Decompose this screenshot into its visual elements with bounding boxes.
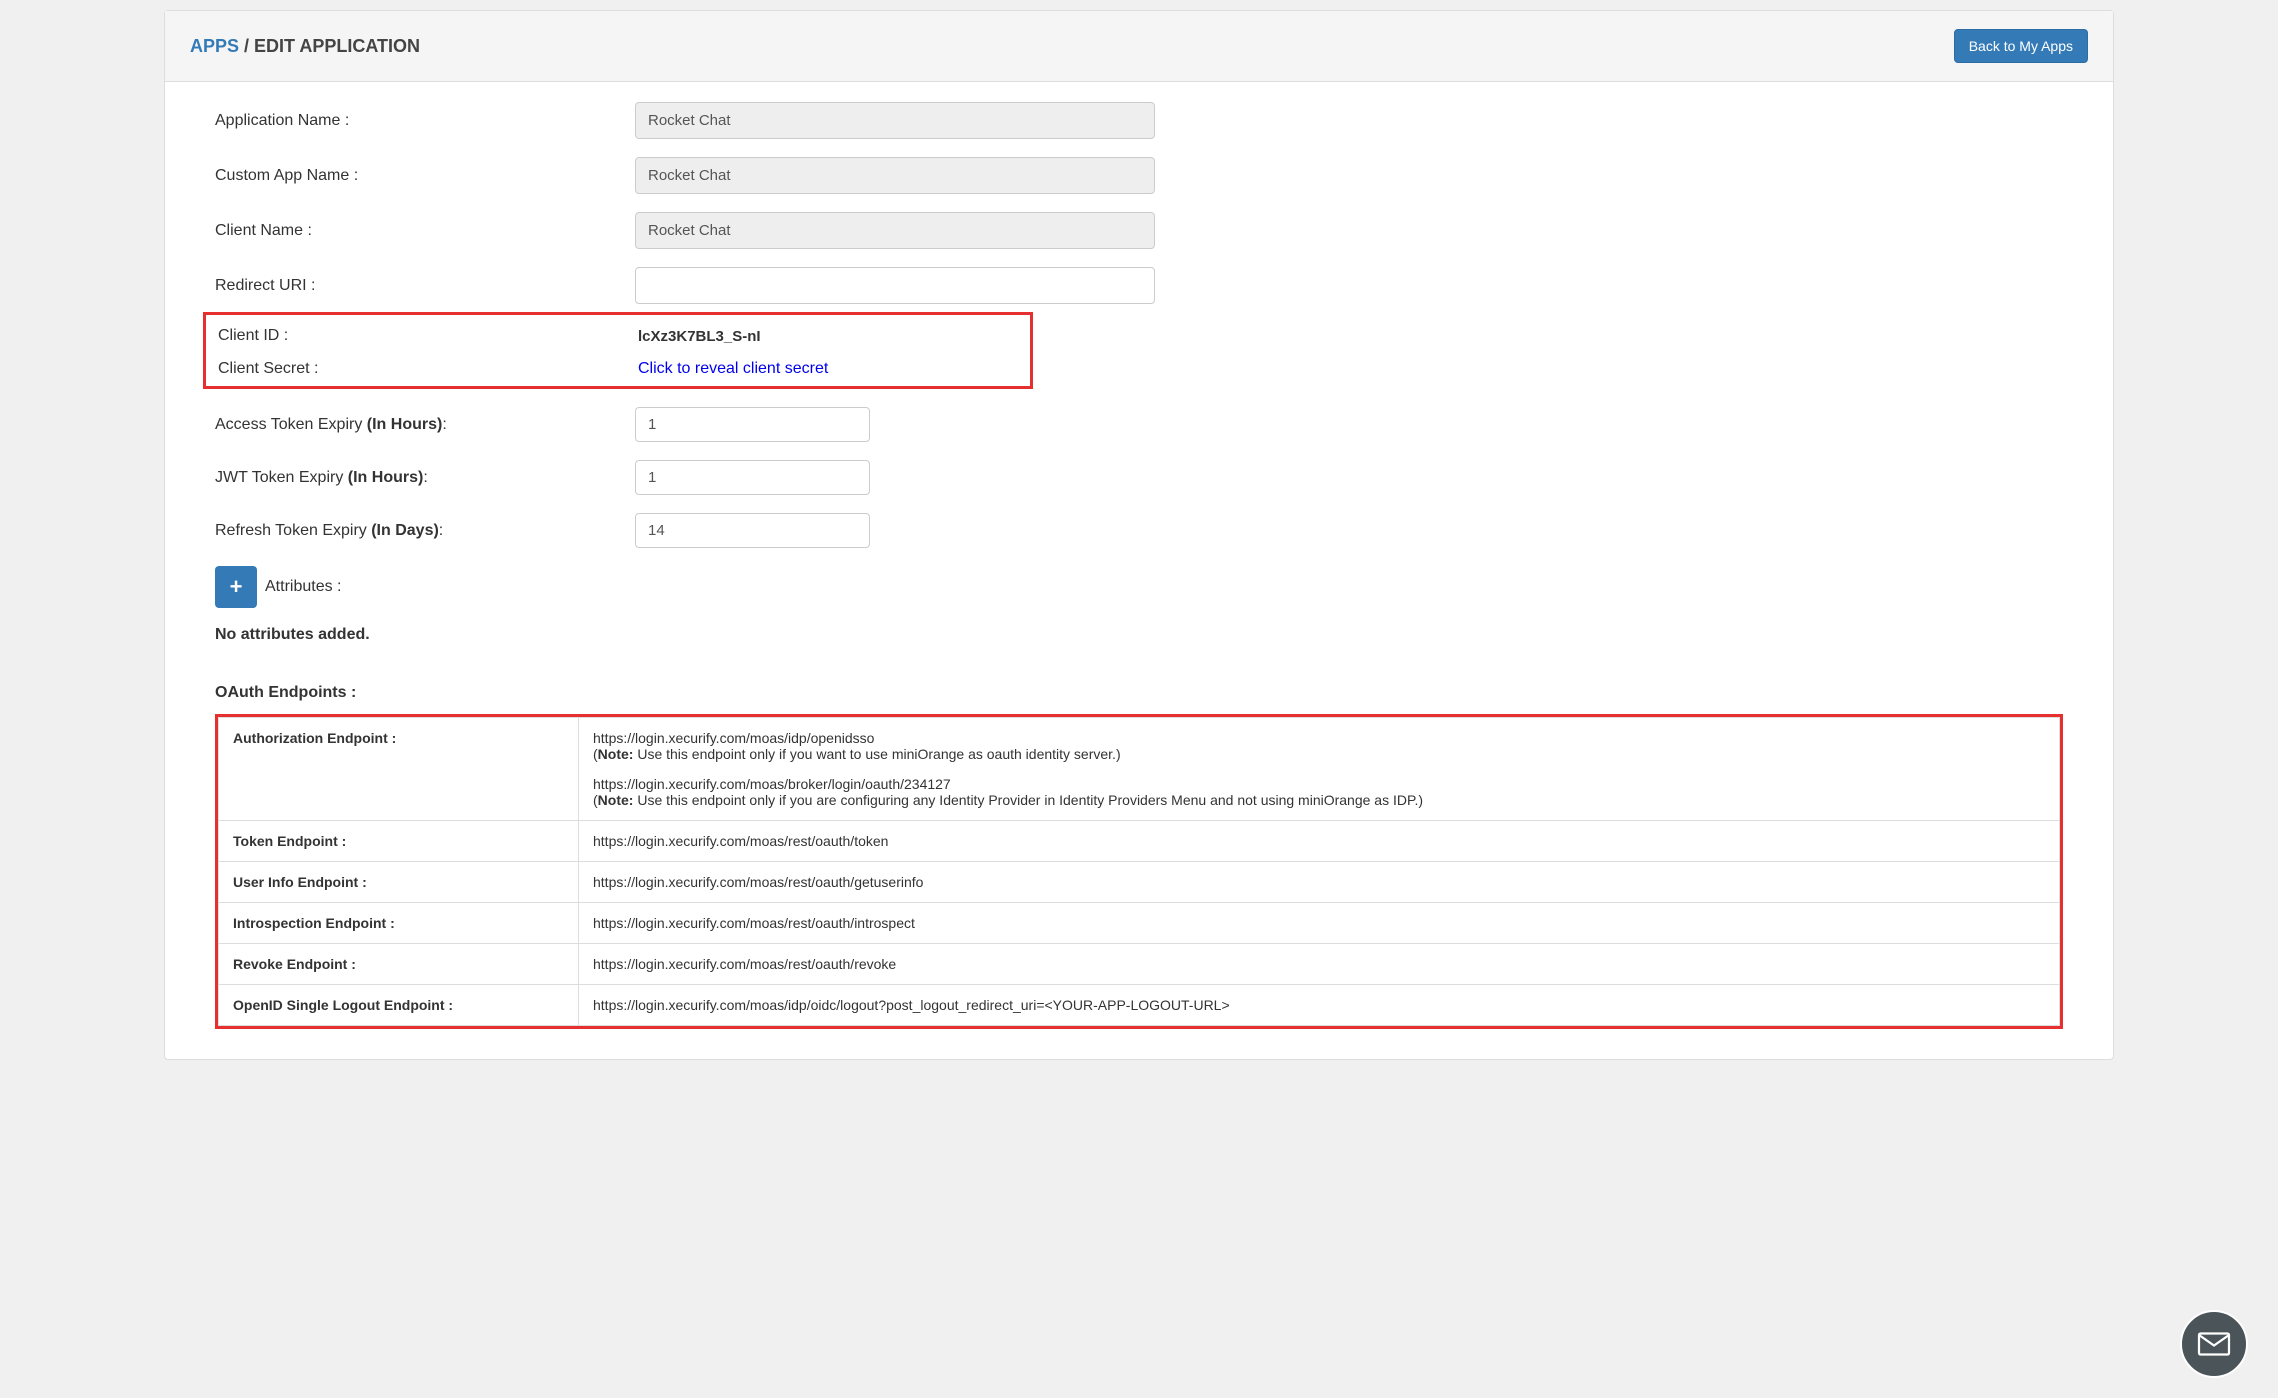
panel-body: Application Name : Custom App Name : Cli… [165, 82, 2113, 1059]
table-row-token: Token Endpoint : https://login.xecurify.… [219, 821, 2060, 862]
endpoint-value: https://login.xecurify.com/moas/idp/open… [579, 718, 2060, 821]
table-row-userinfo: User Info Endpoint : https://login.xecur… [219, 862, 2060, 903]
label-refresh-token-expiry: Refresh Token Expiry (In Days): [215, 522, 635, 540]
endpoint-label: OpenID Single Logout Endpoint : [219, 985, 579, 1026]
table-row-introspection: Introspection Endpoint : https://login.x… [219, 903, 2060, 944]
oauth-endpoints-title: OAuth Endpoints : [215, 684, 2063, 702]
label-jwt-token-expiry: JWT Token Expiry (In Hours): [215, 469, 635, 487]
row-client-id: Client ID : lcXz3K7BL3_S-nI [206, 327, 1030, 345]
reveal-client-secret-link[interactable]: Click to reveal client secret [638, 360, 828, 378]
endpoint-value: https://login.xecurify.com/moas/rest/oau… [579, 944, 2060, 985]
back-to-apps-button[interactable]: Back to My Apps [1954, 29, 2088, 63]
row-client-secret: Client Secret : Click to reveal client s… [206, 360, 1030, 378]
breadcrumb-current: EDIT APPLICATION [254, 36, 420, 56]
endpoint-value: https://login.xecurify.com/moas/rest/oau… [579, 903, 2060, 944]
label-client-name: Client Name : [215, 222, 635, 240]
label-client-id: Client ID : [218, 327, 638, 345]
input-access-token-expiry[interactable] [635, 407, 870, 442]
endpoint-value: https://login.xecurify.com/moas/rest/oau… [579, 821, 2060, 862]
label-redirect-uri: Redirect URI : [215, 277, 635, 295]
breadcrumb: APPS / EDIT APPLICATION [190, 36, 420, 57]
endpoint-label: User Info Endpoint : [219, 862, 579, 903]
contact-mail-button[interactable] [2180, 1310, 2248, 1378]
credentials-highlight: Client ID : lcXz3K7BL3_S-nI Client Secre… [203, 312, 1033, 389]
label-client-secret: Client Secret : [218, 360, 638, 378]
label-custom-app-name: Custom App Name : [215, 167, 635, 185]
row-redirect-uri: Redirect URI : [215, 267, 2063, 304]
panel-header: APPS / EDIT APPLICATION Back to My Apps [165, 11, 2113, 82]
input-jwt-token-expiry[interactable] [635, 460, 870, 495]
endpoint-value: https://login.xecurify.com/moas/rest/oau… [579, 862, 2060, 903]
value-client-id: lcXz3K7BL3_S-nI [638, 328, 761, 345]
endpoint-label: Token Endpoint : [219, 821, 579, 862]
row-access-token-expiry: Access Token Expiry (In Hours): [215, 407, 2063, 442]
breadcrumb-sep: / [239, 36, 254, 56]
row-refresh-token-expiry: Refresh Token Expiry (In Days): [215, 513, 2063, 548]
table-row-logout: OpenID Single Logout Endpoint : https://… [219, 985, 2060, 1026]
oauth-endpoints-table: Authorization Endpoint : https://login.x… [215, 714, 2063, 1029]
endpoint-label: Introspection Endpoint : [219, 903, 579, 944]
row-jwt-token-expiry: JWT Token Expiry (In Hours): [215, 460, 2063, 495]
no-attributes-text: No attributes added. [215, 626, 2063, 644]
input-refresh-token-expiry[interactable] [635, 513, 870, 548]
row-application-name: Application Name : [215, 102, 2063, 139]
input-application-name[interactable] [635, 102, 1155, 139]
endpoint-label: Authorization Endpoint : [219, 718, 579, 821]
table-row-authorization: Authorization Endpoint : https://login.x… [219, 718, 2060, 821]
endpoint-value: https://login.xecurify.com/moas/idp/oidc… [579, 985, 2060, 1026]
input-custom-app-name[interactable] [635, 157, 1155, 194]
label-attributes: Attributes : [265, 578, 341, 596]
add-attribute-button[interactable]: + [215, 566, 257, 608]
edit-application-panel: APPS / EDIT APPLICATION Back to My Apps … [164, 10, 2114, 1060]
mail-icon [2196, 1326, 2232, 1362]
endpoint-label: Revoke Endpoint : [219, 944, 579, 985]
table-row-revoke: Revoke Endpoint : https://login.xecurify… [219, 944, 2060, 985]
label-access-token-expiry: Access Token Expiry (In Hours): [215, 416, 635, 434]
input-client-name[interactable] [635, 212, 1155, 249]
input-redirect-uri[interactable] [635, 267, 1155, 304]
row-client-name: Client Name : [215, 212, 2063, 249]
label-application-name: Application Name : [215, 112, 635, 130]
row-attributes: + Attributes : [215, 566, 2063, 608]
row-custom-app-name: Custom App Name : [215, 157, 2063, 194]
apps-link[interactable]: APPS [190, 36, 239, 56]
